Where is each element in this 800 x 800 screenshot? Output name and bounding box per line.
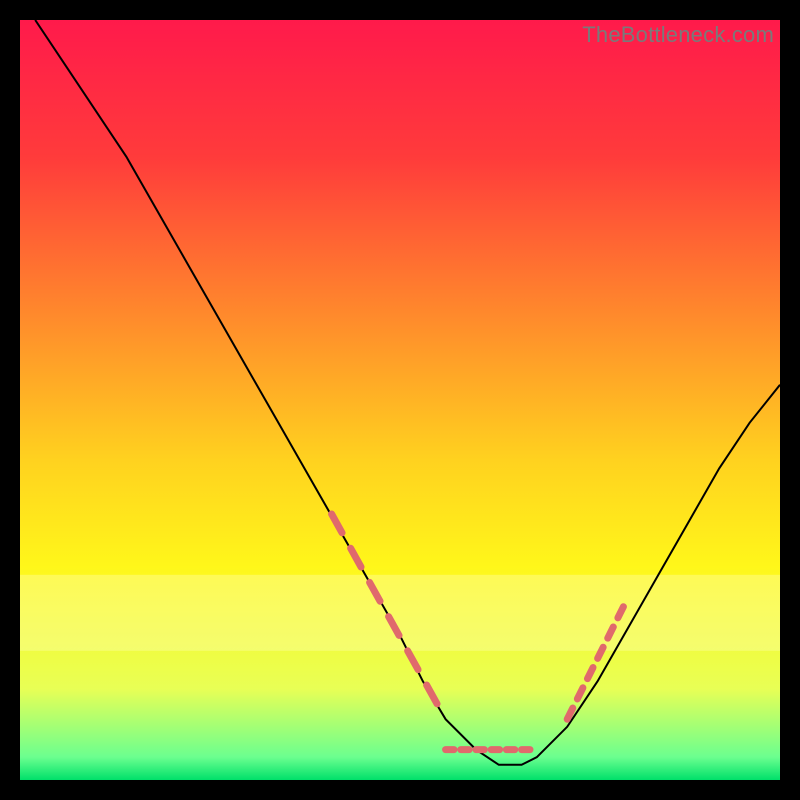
bottleneck-chart	[20, 20, 780, 780]
watermark-text: TheBottleneck.com	[582, 22, 774, 48]
highlight-band	[20, 575, 780, 651]
chart-frame: TheBottleneck.com	[20, 20, 780, 780]
gradient-background	[20, 20, 780, 780]
